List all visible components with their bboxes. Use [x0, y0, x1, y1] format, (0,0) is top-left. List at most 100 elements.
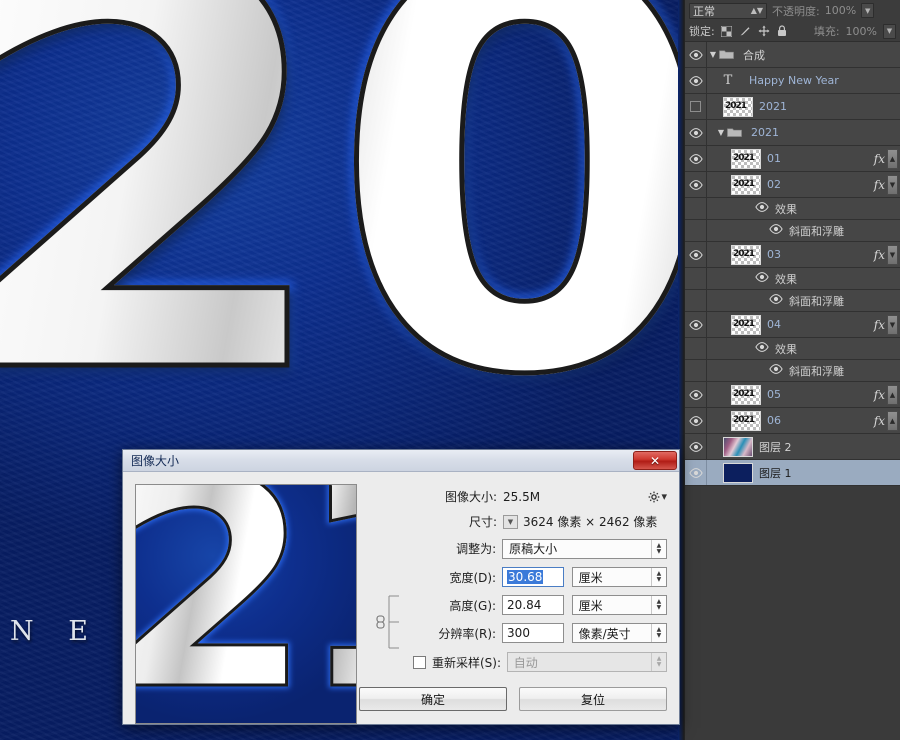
width-unit-select[interactable]: 厘米 ▲ ▼ [571, 567, 667, 587]
group-disclosure-triangle-icon[interactable]: ▼ [707, 50, 719, 59]
eye-icon[interactable] [755, 202, 769, 215]
effect-item-row-layer-04[interactable]: 斜面和浮雕 [685, 360, 900, 382]
layer-visibility-toggle[interactable] [685, 94, 707, 119]
image-size-dialog[interactable]: 图像大小 ✕ 21 21 图像大小: 25.5M ▾ [122, 449, 680, 725]
effect-item-visibility-toggle[interactable] [685, 290, 707, 311]
layer-effects-indicator[interactable]: fx ▼ [870, 244, 898, 265]
fit-to-select[interactable]: 原稿大小 ▲ ▼ [502, 538, 667, 559]
layer-row-layer-01[interactable]: 2021 01 fx ▲ [685, 146, 900, 172]
resample-method-select[interactable]: 自动 ▲ ▼ [506, 652, 667, 672]
opacity-value[interactable]: 100% [825, 4, 856, 17]
layer-visibility-toggle[interactable] [685, 408, 707, 433]
width-input[interactable]: 30.68 [502, 567, 564, 587]
layer-visibility-toggle[interactable] [685, 382, 707, 407]
layer-visibility-toggle[interactable] [685, 120, 707, 145]
height-unit-spinner-icon[interactable]: ▲ ▼ [650, 596, 666, 614]
layer-row-group-composite[interactable]: ▼ 合成 [685, 42, 900, 68]
effect-item-row-layer-02[interactable]: 斜面和浮雕 [685, 220, 900, 242]
aspect-ratio-chain-icon[interactable] [375, 593, 401, 649]
layer-thumbnail[interactable]: 2021 [731, 410, 761, 431]
fx-disclosure-triangle-icon[interactable]: ▲ [887, 384, 898, 405]
layer-visibility-toggle[interactable] [685, 42, 707, 67]
layer-thumbnail[interactable]: 2021 [731, 384, 761, 405]
eye-icon[interactable] [769, 294, 783, 307]
eye-icon [688, 441, 703, 452]
layer-visibility-toggle[interactable] [685, 68, 707, 93]
fx-disclosure-triangle-icon[interactable]: ▼ [887, 244, 898, 265]
image-preview[interactable]: 21 21 [135, 484, 357, 724]
layer-row-group-2021[interactable]: ▼ 2021 [685, 120, 900, 146]
layer-effects-indicator[interactable]: fx ▼ [870, 174, 898, 195]
layer-effects-indicator[interactable]: fx ▼ [870, 314, 898, 335]
layer-row-layer-06[interactable]: 2021 06 fx ▲ [685, 408, 900, 434]
close-icon[interactable]: ✕ [633, 451, 677, 470]
fill-slider-arrow-icon[interactable]: ▼ [883, 23, 896, 39]
all-lock-icon[interactable] [777, 25, 787, 37]
move-lock-icon[interactable] [758, 25, 770, 37]
fx-disclosure-triangle-icon[interactable]: ▲ [887, 148, 898, 169]
layer-visibility-toggle[interactable] [685, 460, 707, 485]
dialog-titlebar[interactable]: 图像大小 ✕ [123, 450, 679, 472]
effect-visibility-toggle[interactable] [685, 338, 707, 359]
dialog-fields: 图像大小: 25.5M ▾ 尺寸: ▼ 3624 像素 × 2462 像素 调整… [371, 484, 667, 677]
resolution-unit-select[interactable]: 像素/英寸 ▲ ▼ [571, 623, 667, 643]
layer-effects-indicator[interactable]: fx ▲ [870, 384, 898, 405]
dimensions-units-dropdown[interactable]: ▼ [503, 514, 518, 529]
resample-checkbox[interactable] [413, 655, 426, 669]
layer-row-layer-tuceng-1[interactable]: 图层 1 [685, 460, 900, 486]
blend-mode-select[interactable]: 正常 ▲▼ [689, 2, 767, 19]
layer-thumbnail[interactable] [723, 436, 753, 457]
eye-icon[interactable] [769, 364, 783, 377]
layer-visibility-toggle[interactable] [685, 434, 707, 459]
fx-disclosure-triangle-icon[interactable]: ▲ [887, 410, 898, 431]
gear-icon[interactable]: ▾ [648, 490, 667, 503]
effect-item-row-layer-03[interactable]: 斜面和浮雕 [685, 290, 900, 312]
layer-thumbnail[interactable]: 2021 [731, 314, 761, 335]
ok-button[interactable]: 确定 [359, 687, 507, 711]
resolution-input[interactable]: 300 [502, 623, 564, 643]
eye-icon[interactable] [769, 224, 783, 237]
fx-disclosure-triangle-icon[interactable]: ▼ [887, 174, 898, 195]
layer-effects-indicator[interactable]: fx ▲ [870, 410, 898, 431]
effect-item-visibility-toggle[interactable] [685, 220, 707, 241]
layer-visibility-toggle[interactable] [685, 312, 707, 337]
layer-thumbnail[interactable] [723, 462, 753, 483]
fx-disclosure-triangle-icon[interactable]: ▼ [887, 314, 898, 335]
resolution-unit-spinner-icon[interactable]: ▲ ▼ [650, 624, 666, 642]
layer-row-layer-03[interactable]: 2021 03 fx ▼ [685, 242, 900, 268]
layer-row-layer-05[interactable]: 2021 05 fx ▲ [685, 382, 900, 408]
effect-item-visibility-toggle[interactable] [685, 360, 707, 381]
layer-thumbnail[interactable]: 2021 [731, 244, 761, 265]
height-unit-select[interactable]: 厘米 ▲ ▼ [571, 595, 667, 615]
layer-row-text-happy[interactable]: T Happy New Year [685, 68, 900, 94]
layer-visibility-toggle[interactable] [685, 146, 707, 171]
layer-row-layer-2021-top[interactable]: 2021 2021 [685, 94, 900, 120]
height-input[interactable]: 20.84 [502, 595, 564, 615]
layer-row-layer-04[interactable]: 2021 04 fx ▼ [685, 312, 900, 338]
effect-group-row-layer-04[interactable]: 效果 [685, 338, 900, 360]
layer-visibility-toggle[interactable] [685, 172, 707, 197]
layer-row-layer-02[interactable]: 2021 02 fx ▼ [685, 172, 900, 198]
effect-group-row-layer-02[interactable]: 效果 [685, 198, 900, 220]
width-unit-spinner-icon[interactable]: ▲ ▼ [650, 568, 666, 586]
fill-value[interactable]: 100% [846, 25, 877, 38]
layer-effects-indicator[interactable]: fx ▲ [870, 148, 898, 169]
effect-group-row-layer-03[interactable]: 效果 [685, 268, 900, 290]
layer-thumbnail[interactable]: 2021 [723, 96, 753, 117]
eye-icon[interactable] [755, 342, 769, 355]
effect-visibility-toggle[interactable] [685, 198, 707, 219]
effect-visibility-toggle[interactable] [685, 268, 707, 289]
transparency-lock-icon[interactable] [720, 25, 732, 37]
eye-icon[interactable] [755, 272, 769, 285]
reset-button[interactable]: 复位 [519, 687, 667, 711]
opacity-slider-arrow-icon[interactable]: ▼ [861, 3, 875, 18]
width-value: 30.68 [507, 570, 544, 584]
group-disclosure-triangle-icon[interactable]: ▼ [715, 128, 727, 137]
brush-lock-icon[interactable] [739, 25, 751, 37]
fx-icon: fx [873, 317, 885, 332]
layer-visibility-toggle[interactable] [685, 242, 707, 267]
fit-to-spinner-icon[interactable]: ▲ ▼ [650, 539, 666, 558]
layer-thumbnail[interactable]: 2021 [731, 148, 761, 169]
layer-thumbnail[interactable]: 2021 [731, 174, 761, 195]
layer-row-layer-tuceng-2[interactable]: 图层 2 [685, 434, 900, 460]
